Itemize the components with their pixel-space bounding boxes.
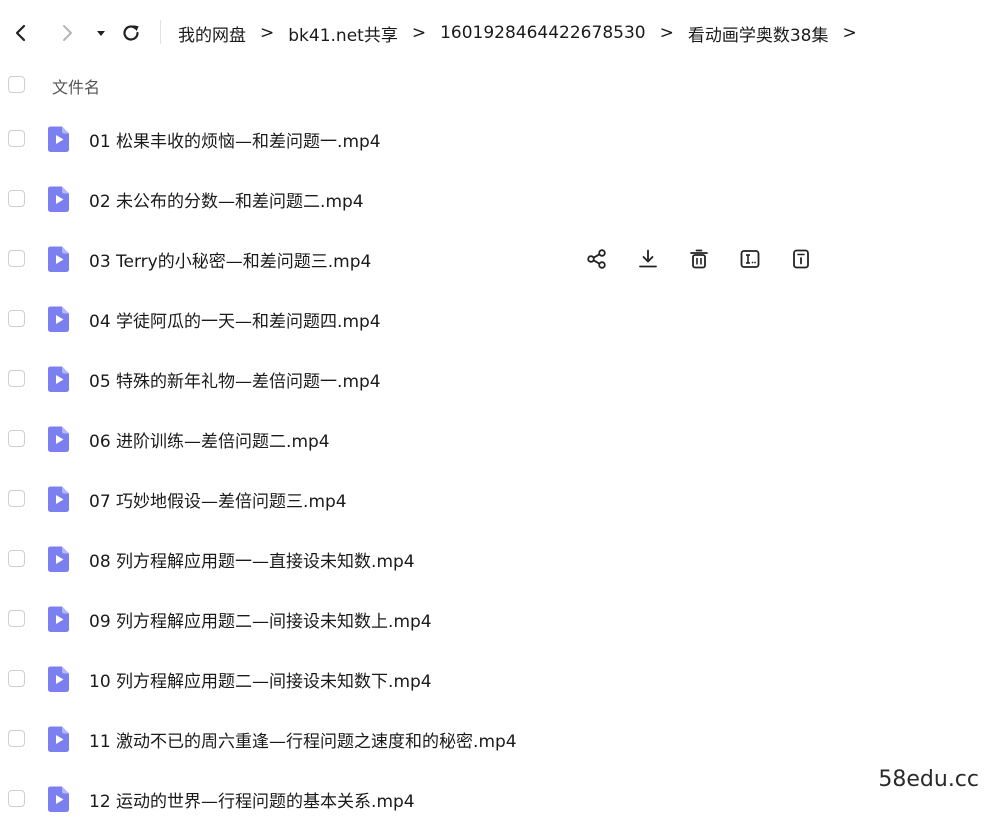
file-name[interactable]: 02 未公布的分数—和差问题二.mp4 <box>89 187 364 212</box>
file-row[interactable]: 07 巧妙地假设—差倍问题三.mp4 <box>0 469 995 529</box>
video-file-icon <box>46 425 72 453</box>
breadcrumb-separator: > <box>411 23 427 43</box>
back-button[interactable] <box>8 20 34 46</box>
download-icon <box>637 248 659 270</box>
column-header-filename[interactable]: 文件名 <box>52 74 100 98</box>
file-row-checkbox[interactable] <box>8 550 25 567</box>
video-file-icon <box>46 365 72 393</box>
select-all-checkbox[interactable] <box>8 76 25 93</box>
file-row[interactable]: 09 列方程解应用题二—间接设未知数上.mp4 <box>0 589 995 649</box>
file-row-checkbox[interactable] <box>8 790 25 807</box>
file-name[interactable]: 08 列方程解应用题一—直接设未知数.mp4 <box>89 547 415 572</box>
rename-button[interactable] <box>737 246 763 272</box>
breadcrumb-item-current[interactable]: 看动画学奥数38集 <box>688 21 829 46</box>
file-row-checkbox[interactable] <box>8 130 25 147</box>
delete-button[interactable] <box>686 246 712 272</box>
breadcrumb-separator: > <box>260 23 275 43</box>
breadcrumb-separator: > <box>842 23 857 43</box>
breadcrumb-item-share[interactable]: bk41.net共享 <box>288 21 398 46</box>
toolbar-divider <box>160 20 161 44</box>
file-name[interactable]: 06 进阶训练—差倍问题二.mp4 <box>89 427 330 452</box>
file-row[interactable]: 12 运动的世界—行程问题的基本关系.mp4 <box>0 769 995 829</box>
delete-icon <box>688 248 710 270</box>
file-row-checkbox[interactable] <box>8 490 25 507</box>
video-file-icon <box>46 485 72 513</box>
chevron-left-icon <box>15 24 26 42</box>
file-name[interactable]: 04 学徒阿瓜的一天—和差问题四.mp4 <box>89 307 381 332</box>
download-button[interactable] <box>635 246 661 272</box>
refresh-button[interactable] <box>118 20 144 46</box>
file-row-checkbox[interactable] <box>8 730 25 747</box>
file-name[interactable]: 12 运动的世界—行程问题的基本关系.mp4 <box>89 787 415 812</box>
file-row-checkbox[interactable] <box>8 250 25 267</box>
file-row[interactable]: 04 学徒阿瓜的一天—和差问题四.mp4 <box>0 289 995 349</box>
watermark: 58edu.cc <box>878 767 979 792</box>
file-name[interactable]: 01 松果丰收的烦恼—和差问题一.mp4 <box>89 127 381 152</box>
share-button[interactable] <box>584 246 610 272</box>
file-name[interactable]: 09 列方程解应用题二—间接设未知数上.mp4 <box>89 607 432 632</box>
video-file-icon <box>46 245 72 273</box>
file-row-checkbox[interactable] <box>8 370 25 387</box>
file-row[interactable]: 08 列方程解应用题一—直接设未知数.mp4 <box>0 529 995 589</box>
file-row[interactable]: 02 未公布的分数—和差问题二.mp4 <box>0 169 995 229</box>
file-name[interactable]: 11 激动不已的周六重逢—行程问题之速度和的秘密.mp4 <box>89 727 517 752</box>
details-icon <box>790 248 812 270</box>
video-file-icon <box>46 725 72 753</box>
video-file-icon <box>46 545 72 573</box>
file-row-checkbox[interactable] <box>8 610 25 627</box>
chevron-right-icon <box>63 25 72 41</box>
video-file-icon <box>46 305 72 333</box>
caret-down-icon <box>97 31 105 36</box>
file-row-checkbox[interactable] <box>8 670 25 687</box>
file-row-checkbox[interactable] <box>8 190 25 207</box>
file-name[interactable]: 07 巧妙地假设—差倍问题三.mp4 <box>89 487 347 512</box>
file-row-checkbox[interactable] <box>8 310 25 327</box>
history-dropdown-button[interactable] <box>88 20 114 46</box>
details-button[interactable] <box>788 246 814 272</box>
breadcrumb: 我的网盘 > bk41.net共享 > 1601928464422678530 … <box>178 20 871 46</box>
file-row[interactable]: 05 特殊的新年礼物—差倍问题一.mp4 <box>0 349 995 409</box>
breadcrumb-item-root[interactable]: 我的网盘 <box>178 21 246 46</box>
forward-button[interactable] <box>54 20 80 46</box>
share-icon <box>586 248 608 270</box>
file-row[interactable]: 10 列方程解应用题二—间接设未知数下.mp4 <box>0 649 995 709</box>
video-file-icon <box>46 785 72 813</box>
top-toolbar: 我的网盘 > bk41.net共享 > 1601928464422678530 … <box>0 0 995 64</box>
row-actions <box>584 246 839 272</box>
list-header: 文件名 <box>0 70 995 100</box>
video-file-icon <box>46 185 72 213</box>
video-file-icon <box>46 605 72 633</box>
file-name[interactable]: 03 Terry的小秘密—和差问题三.mp4 <box>89 247 371 272</box>
video-file-icon <box>46 665 72 693</box>
breadcrumb-item-folder-id[interactable]: 1601928464422678530 <box>440 23 646 43</box>
refresh-icon <box>123 25 139 41</box>
file-row[interactable]: 01 松果丰收的烦恼—和差问题一.mp4 <box>0 109 995 169</box>
file-row-checkbox[interactable] <box>8 430 25 447</box>
rename-icon <box>739 248 761 270</box>
breadcrumb-separator: > <box>659 23 674 43</box>
file-list: 01 松果丰收的烦恼—和差问题一.mp4 02 未公布的分数—和差问题二.mp4 0… <box>0 109 995 829</box>
video-file-icon <box>46 125 72 153</box>
file-row[interactable]: 06 进阶训练—差倍问题二.mp4 <box>0 409 995 469</box>
file-name[interactable]: 10 列方程解应用题二—间接设未知数下.mp4 <box>89 667 432 692</box>
file-row[interactable]: 03 Terry的小秘密—和差问题三.mp4 <box>0 229 995 289</box>
file-name[interactable]: 05 特殊的新年礼物—差倍问题一.mp4 <box>89 367 381 392</box>
file-row[interactable]: 11 激动不已的周六重逢—行程问题之速度和的秘密.mp4 <box>0 709 995 769</box>
